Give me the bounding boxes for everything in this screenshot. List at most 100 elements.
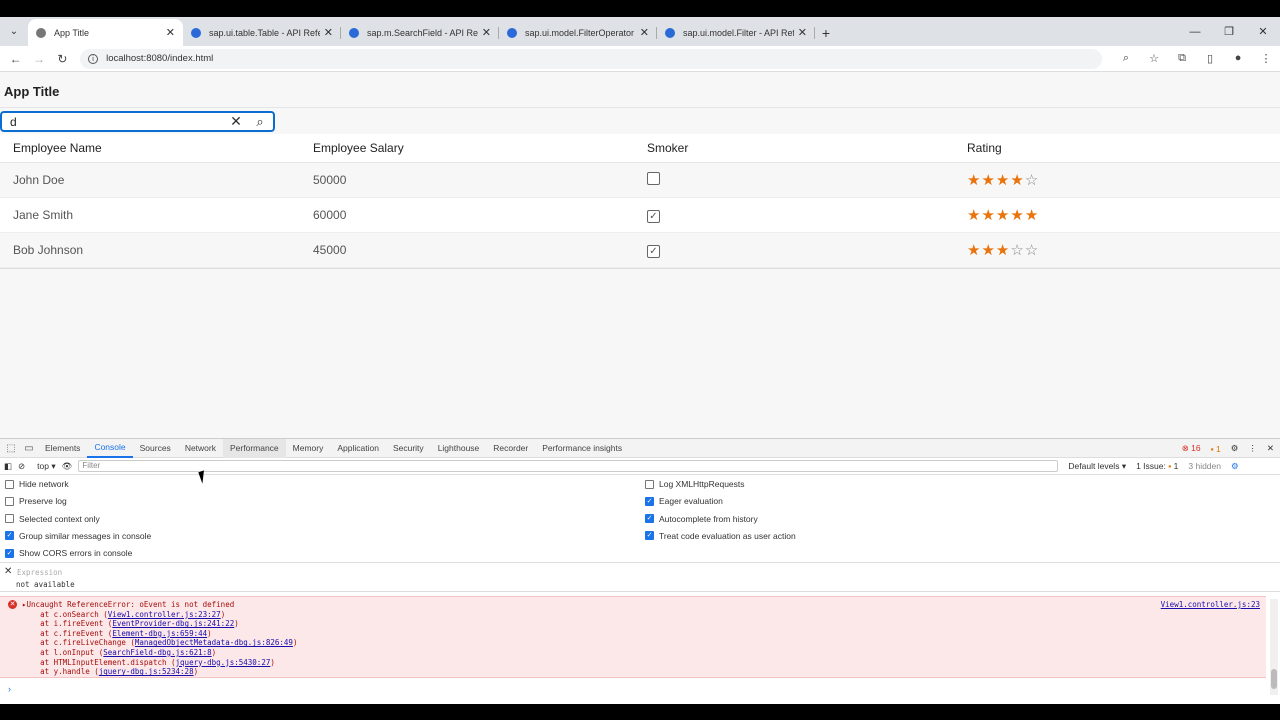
tab-close-icon[interactable]: ✕ xyxy=(324,26,333,39)
inspect-element-icon[interactable]: ⬚ xyxy=(2,443,20,454)
devtools-tab[interactable]: Performance xyxy=(223,438,286,458)
tab-close-icon[interactable]: ✕ xyxy=(640,26,649,39)
new-tab-button[interactable]: + xyxy=(815,19,837,46)
search-input[interactable]: d xyxy=(2,115,225,129)
tab-close-icon[interactable]: ✕ xyxy=(166,26,175,39)
devtools-tab[interactable]: Network xyxy=(178,439,223,458)
stack-frame-link[interactable]: EventProvider-dbg.js:241:22 xyxy=(112,619,234,628)
rating-indicator[interactable]: ★ ★ ★ ★ ☆ xyxy=(967,173,1038,188)
table-row[interactable]: John Doe 50000 ★ ★ ★ ★ ☆ xyxy=(0,163,1280,198)
tab-search-icon[interactable]: ⌄ xyxy=(0,17,28,46)
browser-tab[interactable]: App Title ✕ xyxy=(28,19,183,46)
console-prompt[interactable]: › xyxy=(8,684,11,694)
side-panel-icon[interactable]: ▯ xyxy=(1196,52,1224,65)
option-checkbox[interactable] xyxy=(5,514,14,524)
search-icon[interactable]: ⌕ xyxy=(247,114,273,130)
rating-indicator[interactable]: ★ ★ ★ ★ ★ xyxy=(967,208,1038,223)
devtools-tab[interactable]: Application xyxy=(330,439,386,458)
devtools-settings-icon[interactable]: ⚙ xyxy=(1231,443,1239,454)
devtools-close-icon[interactable]: ✕ xyxy=(1267,443,1274,454)
option-checkbox[interactable] xyxy=(5,479,14,489)
extensions-icon[interactable]: ⧉ xyxy=(1168,52,1196,65)
console-option[interactable]: ✓ Autocomplete from history xyxy=(645,514,758,524)
error-count-badge[interactable]: ⊗ 16 xyxy=(1182,443,1201,454)
console-option[interactable]: ✓ Eager evaluation xyxy=(645,496,723,506)
option-checkbox[interactable] xyxy=(645,479,654,489)
reload-icon[interactable]: ↻ xyxy=(51,52,74,66)
clear-icon[interactable]: ✕ xyxy=(225,113,247,130)
console-option[interactable]: Preserve log xyxy=(5,496,67,506)
issues-button[interactable]: 1 Issue: ▪ 1 xyxy=(1136,461,1178,471)
back-icon[interactable]: ← xyxy=(4,52,27,66)
column-header-rating[interactable]: Rating xyxy=(953,141,1280,155)
table-row[interactable]: Bob Johnson 45000 ✓ ★ ★ ★ ☆ ☆ xyxy=(0,233,1280,268)
browser-menu-icon[interactable]: ⋮ xyxy=(1252,52,1280,65)
option-checkbox[interactable]: ✓ xyxy=(5,548,14,558)
devtools-tab[interactable]: Lighthouse xyxy=(431,439,487,458)
smoker-checkbox[interactable]: ✓ xyxy=(647,244,660,258)
tab-close-icon[interactable]: ✕ xyxy=(482,26,491,39)
console-option[interactable]: ✓ Group similar messages in console xyxy=(5,531,151,541)
close-window-icon[interactable]: ✕ xyxy=(1246,25,1280,38)
devtools-tab[interactable]: Memory xyxy=(286,439,331,458)
tab-close-icon[interactable]: ✕ xyxy=(798,26,807,39)
context-selector[interactable]: top ▾ xyxy=(37,461,55,472)
stack-frame-link[interactable]: jquery-dbg.js:5234:28 xyxy=(99,667,194,676)
clear-console-icon[interactable]: ⊘ xyxy=(18,461,25,472)
console-option[interactable]: ✓ Treat code evaluation as user action xyxy=(645,531,796,541)
url-field[interactable]: i localhost:8080/index.html xyxy=(80,48,1103,69)
stack-frame-link[interactable]: Element-dbg.js:659:44 xyxy=(112,629,207,638)
devtools-tab[interactable]: Sources xyxy=(133,439,178,458)
column-header-name[interactable]: Employee Name xyxy=(0,141,313,155)
error-headline[interactable]: ▸Uncaught ReferenceError: oEvent is not … xyxy=(22,600,297,610)
live-expression-icon[interactable]: 👁 xyxy=(62,461,73,472)
browser-tab[interactable]: sap.ui.model.FilterOperator - AP... ✕ xyxy=(499,19,657,46)
option-checkbox[interactable] xyxy=(5,496,14,506)
warning-count-badge[interactable]: ▪ 1 xyxy=(1211,444,1221,454)
console-option[interactable]: Log XMLHttpRequests xyxy=(645,479,745,489)
console-option[interactable]: ✓ Show CORS errors in console xyxy=(5,548,132,558)
zoom-icon[interactable]: ⌕ xyxy=(1112,52,1140,65)
browser-tab[interactable]: sap.ui.model.Filter - API Refere... ✕ xyxy=(657,19,815,46)
console-scrollbar[interactable] xyxy=(1270,599,1278,695)
device-toolbar-icon[interactable]: ▭ xyxy=(20,443,38,454)
devtools-tab[interactable]: Security xyxy=(386,439,431,458)
devtools-tab[interactable]: Console xyxy=(87,439,133,458)
site-info-icon[interactable]: i xyxy=(88,53,99,64)
profile-icon[interactable]: ● xyxy=(1224,52,1252,65)
devtools-more-icon[interactable]: ⋮ xyxy=(1248,443,1257,454)
column-header-salary[interactable]: Employee Salary xyxy=(313,141,633,155)
option-checkbox[interactable]: ✓ xyxy=(645,531,654,541)
stack-frame-link[interactable]: SearchField-dbg.js:621:8 xyxy=(103,648,211,657)
console-option[interactable]: Hide network xyxy=(5,479,69,489)
column-header-smoker[interactable]: Smoker xyxy=(633,141,953,155)
rating-indicator[interactable]: ★ ★ ★ ☆ ☆ xyxy=(967,243,1038,258)
error-source-link[interactable]: View1.controller.js:23 xyxy=(1161,600,1260,609)
scrollbar-thumb[interactable] xyxy=(1271,669,1277,689)
stack-frame-link[interactable]: jquery-dbg.js:5430:27 xyxy=(176,658,271,667)
devtools-tab[interactable]: Performance insights xyxy=(535,439,629,458)
remove-expression-icon[interactable]: ✕ xyxy=(4,566,12,577)
devtools-tab[interactable]: Recorder xyxy=(486,439,535,458)
bookmark-star-icon[interactable]: ☆ xyxy=(1140,52,1168,65)
log-levels-dropdown[interactable]: Default levels ▾ xyxy=(1068,461,1126,472)
devtools-tab[interactable]: Elements xyxy=(38,439,87,458)
minimize-icon[interactable]: — xyxy=(1178,26,1212,38)
option-checkbox[interactable]: ✓ xyxy=(645,496,654,506)
console-option[interactable]: Selected context only xyxy=(5,514,100,524)
table-row[interactable]: Jane Smith 60000 ✓ ★ ★ ★ ★ ★ xyxy=(0,198,1280,233)
console-settings-icon[interactable]: ⚙ xyxy=(1231,461,1239,472)
forward-icon[interactable]: → xyxy=(27,52,50,66)
expression-input[interactable]: Expression xyxy=(17,568,62,577)
browser-tab[interactable]: sap.ui.table.Table - API Referen... ✕ xyxy=(183,19,341,46)
restore-icon[interactable]: ❐ xyxy=(1212,25,1246,38)
sidebar-toggle-icon[interactable]: ◧ xyxy=(4,461,12,472)
stack-frame-link[interactable]: ManagedObjectMetadata-dbg.js:826:49 xyxy=(135,638,293,647)
console-filter-input[interactable]: Filter xyxy=(78,460,1059,472)
smoker-checkbox[interactable] xyxy=(647,172,660,185)
stack-frame-link[interactable]: View1.controller.js:23:27 xyxy=(108,610,221,619)
browser-tab[interactable]: sap.m.SearchField - API Referen... ✕ xyxy=(341,19,499,46)
smoker-checkbox[interactable]: ✓ xyxy=(647,209,660,223)
option-checkbox[interactable]: ✓ xyxy=(645,514,654,524)
option-checkbox[interactable]: ✓ xyxy=(5,531,14,541)
